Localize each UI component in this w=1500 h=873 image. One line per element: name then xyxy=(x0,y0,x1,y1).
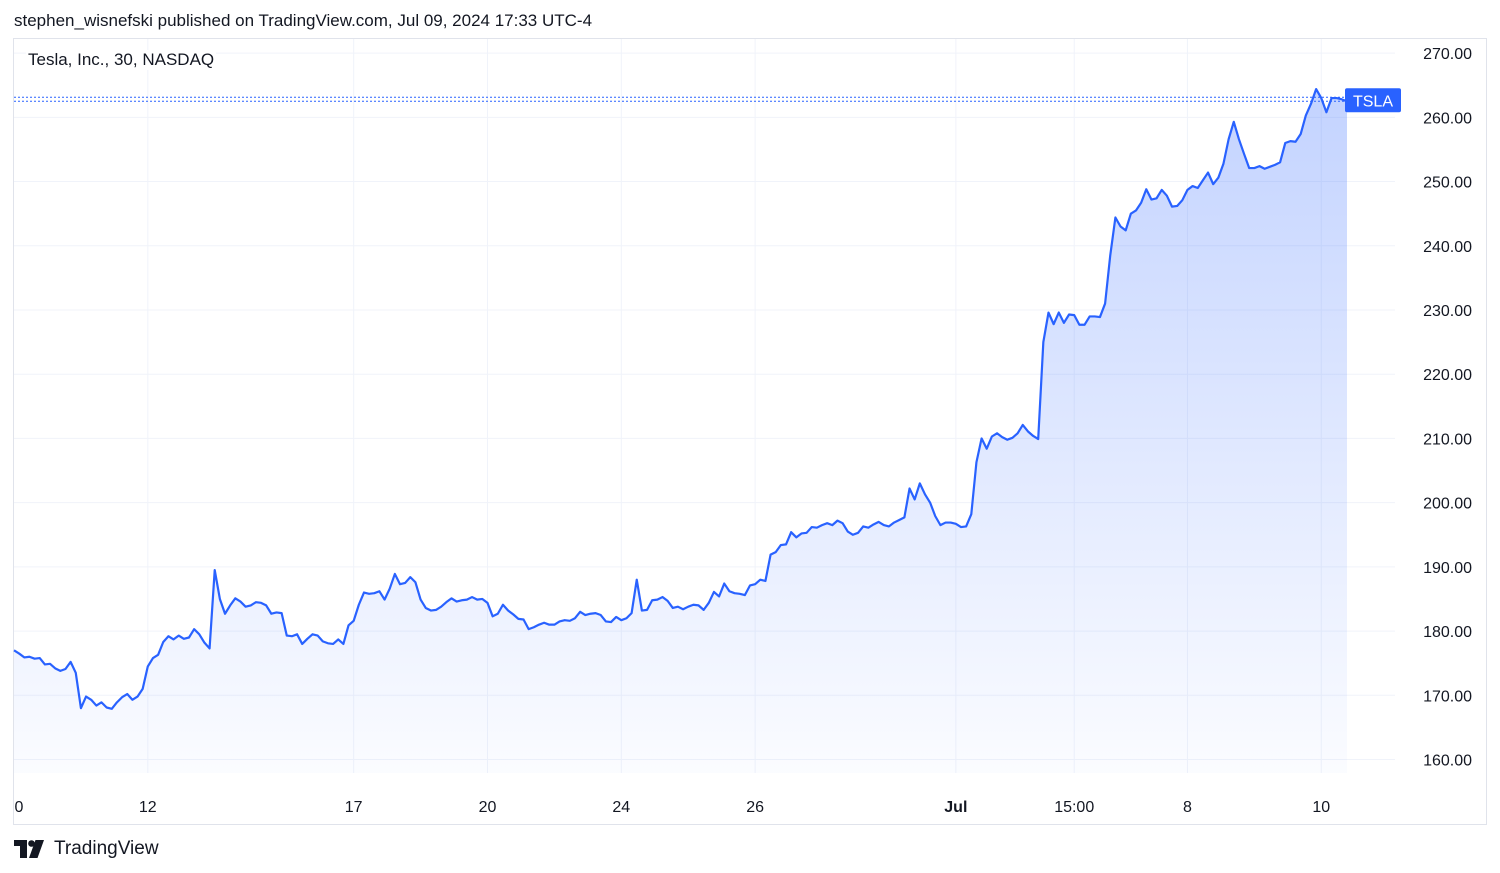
tradingview-logo[interactable]: TradingView xyxy=(14,838,159,860)
x-tick-label: 0 xyxy=(15,799,24,816)
price-chart[interactable]: 160.00 170.00 180.00 190.00 200.00 210.00 220.… xyxy=(0,0,1500,873)
y-tick-label: 260.00 xyxy=(1423,110,1472,127)
y-tick-label: 240.00 xyxy=(1423,239,1472,256)
tradingview-logo-icon xyxy=(14,840,44,858)
x-axis[interactable]: 0 12 17 20 24 26 Jul 15:00 8 10 xyxy=(15,799,1331,816)
y-tick-label: 220.00 xyxy=(1423,367,1472,384)
y-tick-label: 210.00 xyxy=(1423,431,1472,448)
x-tick-label: 24 xyxy=(612,799,630,816)
x-tick-label: 17 xyxy=(345,799,363,816)
y-tick-label: 170.00 xyxy=(1423,688,1472,705)
x-tick-label: 15:00 xyxy=(1054,799,1094,816)
x-tick-label: 26 xyxy=(746,799,764,816)
y-tick-label: 200.00 xyxy=(1423,496,1472,513)
y-tick-label: 160.00 xyxy=(1423,753,1472,770)
x-tick-label: 8 xyxy=(1183,799,1192,816)
x-tick-label: 20 xyxy=(479,799,497,816)
symbol-title: Tesla, Inc., 30, NASDAQ xyxy=(26,50,217,70)
y-axis[interactable]: 160.00 170.00 180.00 190.00 200.00 210.00 220.… xyxy=(1423,46,1472,769)
x-tick-label: 12 xyxy=(139,799,157,816)
last-price-badge-label: TSLA xyxy=(1353,93,1393,110)
x-tick-label: Jul xyxy=(944,799,967,816)
y-tick-label: 270.00 xyxy=(1423,46,1472,63)
tradingview-brand-label: TradingView xyxy=(54,838,159,859)
y-tick-label: 180.00 xyxy=(1423,624,1472,641)
y-tick-label: 250.00 xyxy=(1423,175,1472,192)
y-tick-label: 230.00 xyxy=(1423,303,1472,320)
x-tick-label: 10 xyxy=(1312,799,1330,816)
y-tick-label: 190.00 xyxy=(1423,560,1472,577)
